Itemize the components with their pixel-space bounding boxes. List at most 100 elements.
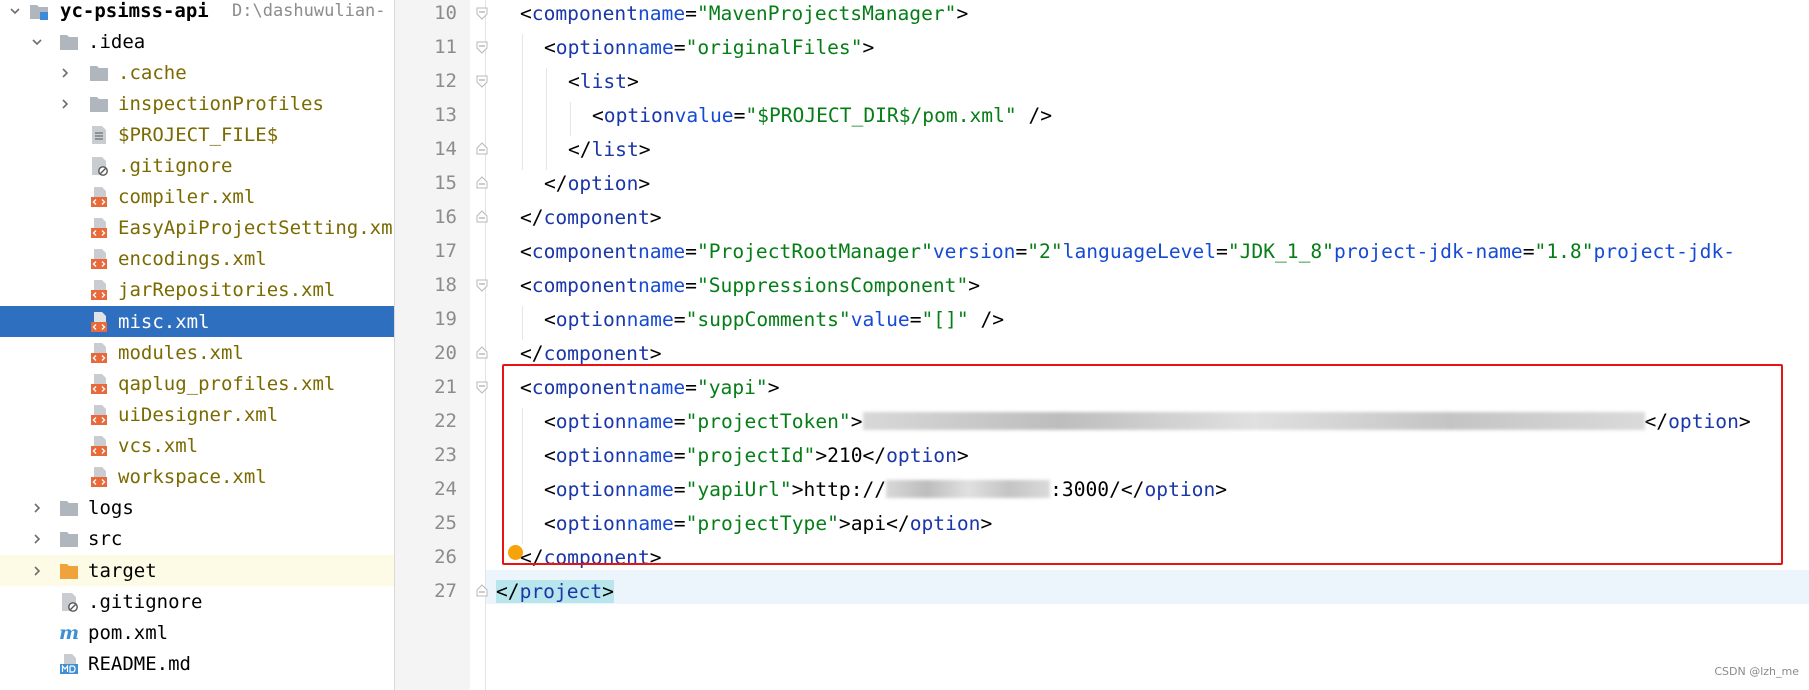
xml-file-icon [88,404,110,426]
tree-item-label: src [88,527,123,550]
chevron-right-icon[interactable] [58,66,72,80]
bracket: </ [568,137,592,161]
indent-guide [546,68,547,170]
line-number: 16 [434,206,457,228]
fold-open-icon[interactable] [475,380,489,394]
code-line-17[interactable]: < component name = "ProjectRootManager" ver… [520,234,1735,268]
project-name: yc-psimss-api [60,0,209,22]
tree-item-gitignore[interactable]: .gitignore [0,150,394,181]
tree-item-label: logs [88,496,134,519]
xml-tag: option [603,103,675,127]
chevron-right-icon[interactable] [58,97,72,111]
tree-item-misc-xml[interactable]: misc.xml [0,306,394,337]
chevron-down-icon[interactable] [30,35,44,49]
code-line-19[interactable]: < option name = "suppComments" value = "[]" /… [544,302,1004,336]
tree-item-label: .cache [118,61,187,84]
fold-open-icon[interactable] [475,40,489,54]
bracket: </ [496,579,520,603]
tree-item-src[interactable]: src [0,523,394,554]
tree-item-qaplug-xml[interactable]: qaplug_profiles.xml [0,368,394,399]
fold-open-icon[interactable] [475,74,489,88]
module-folder-icon [28,0,50,22]
chevron-right-icon[interactable] [30,532,44,546]
tree-item-workspace-xml[interactable]: workspace.xml [0,461,394,492]
xml-value: "2" [1027,239,1063,263]
tree-item-pom-xml[interactable]: m pom.xml [0,617,394,648]
tree-item-label: pom.xml [88,621,169,644]
folder-icon [88,62,110,84]
tree-item-label: EasyApiProjectSetting.xml [118,216,395,239]
line-number: 13 [434,104,457,126]
tree-item-label: .gitignore [88,590,203,613]
tree-item-project-file[interactable]: $PROJECT_FILE$ [0,119,394,150]
bracket: < [520,273,532,297]
line-number: 17 [434,240,457,262]
code-line-11[interactable]: < option name = "originalFiles" > [544,30,874,64]
fold-open-icon[interactable] [475,6,489,20]
tree-item-label: $PROJECT_FILE$ [118,123,279,146]
xml-file-icon [88,186,110,208]
tree-item-encodings-xml[interactable]: encodings.xml [0,243,394,274]
xml-value: "$PROJECT_DIR$/pom.xml" [745,103,1017,127]
code-line-18[interactable]: < component name = "SuppressionsComponent" > [520,268,980,302]
tree-item-compiler-xml[interactable]: compiler.xml [0,181,394,212]
chevron-right-icon[interactable] [30,564,44,578]
indent-guide [522,306,523,340]
bracket: > [649,205,662,229]
tree-item-modules-xml[interactable]: modules.xml [0,337,394,368]
xml-file-icon [88,248,110,270]
tree-item-vcs-xml[interactable]: vcs.xml [0,430,394,461]
code-line-27[interactable]: </project > [496,574,614,608]
bracket: < [520,239,532,263]
tree-item-label: target [88,559,157,582]
excluded-folder-icon [58,560,80,582]
svg-text:m: m [59,622,79,644]
fold-close-icon[interactable] [475,584,489,598]
fold-close-icon[interactable] [475,346,489,360]
tree-root-row[interactable]: yc-psimss-api D:\dashuwulian- [0,0,394,26]
tree-item-target[interactable]: target [0,555,394,586]
tree-item-label: .idea [88,30,146,53]
fold-close-icon[interactable] [475,210,489,224]
project-path: D:\dashuwulian- [232,0,386,21]
line-number: 25 [434,512,457,534]
tree-item-jarrepositories-xml[interactable]: jarRepositories.xml [0,274,394,305]
chevron-right-icon[interactable] [30,501,44,515]
code-line-15[interactable]: </option > [544,166,650,200]
tree-item-logs[interactable]: logs [0,492,394,523]
code-line-13[interactable]: < option value = "$PROJECT_DIR$/pom.xml" /> [592,98,1052,132]
xml-value: "1.8" [1534,239,1594,263]
code-line-12[interactable]: < list > [568,64,639,98]
line-number: 12 [434,70,457,92]
tree-item-root-gitignore[interactable]: .gitignore [0,586,394,617]
line-number: 20 [434,342,457,364]
tree-item-readme-md[interactable]: README.md [0,648,394,679]
xml-attr: languageLevel [1062,239,1217,263]
xml-file-icon [88,466,110,488]
tree-item-inspectionprofiles[interactable]: inspectionProfiles [0,88,394,119]
fold-open-icon[interactable] [475,278,489,292]
code-line-10[interactable]: < component name = "MavenProjectsManager" > [520,0,968,30]
xml-value: "ProjectRootManager" [696,239,933,263]
chevron-down-icon[interactable] [8,4,22,18]
text-file-icon [88,124,110,146]
xml-tag: project [519,579,603,603]
code-line-16[interactable]: </component > [520,200,662,234]
xml-file-icon [88,311,110,333]
xml-attr: name [626,307,674,331]
fold-close-icon[interactable] [475,176,489,190]
xml-tag: option [555,35,627,59]
xml-attr: name [637,273,686,297]
tree-item-uidesigner-xml[interactable]: uiDesigner.xml [0,399,394,430]
tree-item-cache[interactable]: .cache [0,57,394,88]
tree-item-label: vcs.xml [118,434,199,457]
tree-item-easyapi-xml[interactable]: EasyApiProjectSetting.xml [0,212,394,243]
line-number: 19 [434,308,457,330]
code-line-14[interactable]: </list > [568,132,651,166]
ignore-file-icon [58,591,80,613]
project-tree-panel: yc-psimss-api D:\dashuwulian- .idea .cac… [0,0,395,690]
markdown-file-icon [58,653,80,675]
tree-item-idea[interactable]: .idea [0,26,394,57]
folder-icon [58,528,80,550]
fold-close-icon[interactable] [475,142,489,156]
